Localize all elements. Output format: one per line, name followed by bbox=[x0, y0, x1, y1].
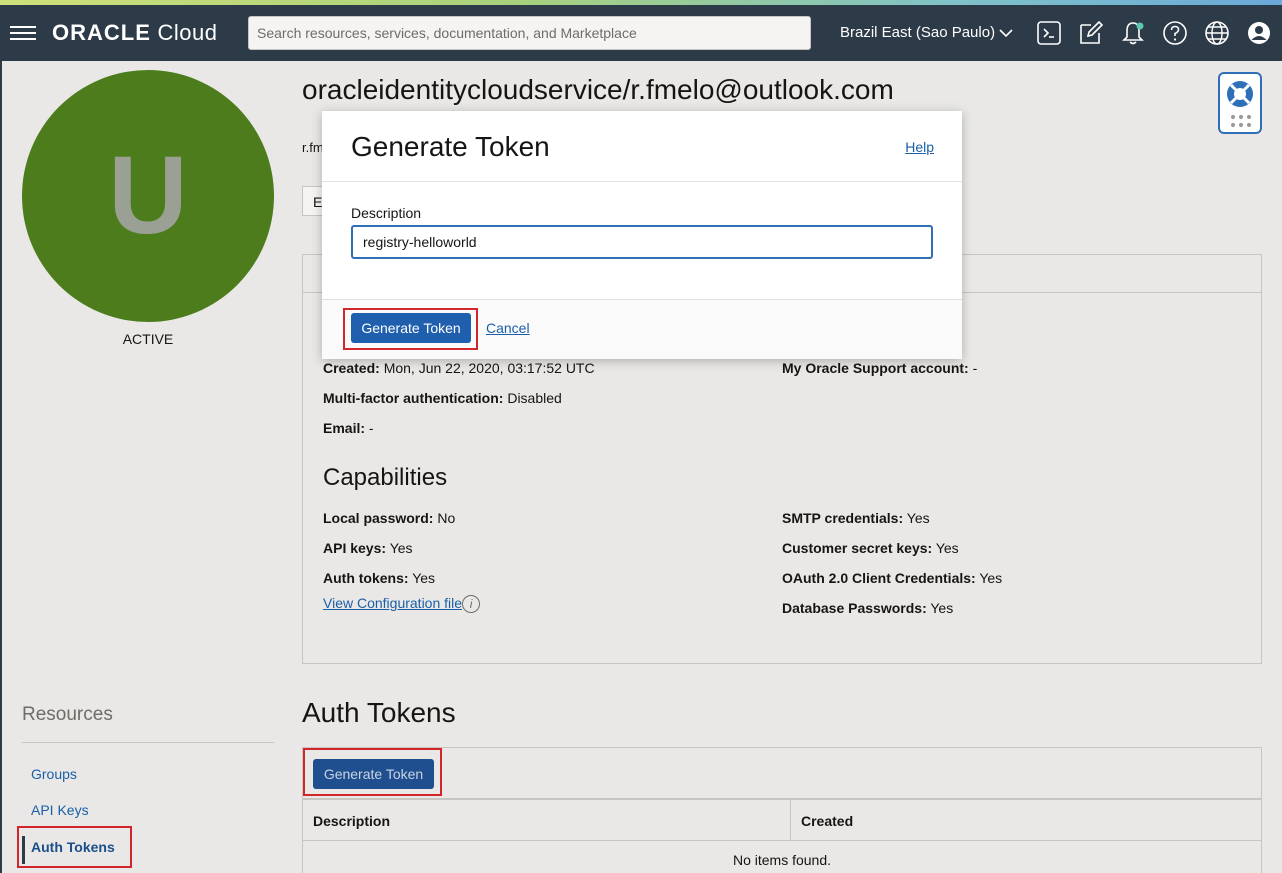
capability-database-passwords: Database Passwords: Yes bbox=[782, 600, 954, 616]
capabilities-heading: Capabilities bbox=[323, 464, 448, 491]
email-field: Email: - bbox=[323, 420, 374, 436]
view-configuration-link[interactable]: View Configuration file bbox=[323, 595, 462, 611]
auth-tokens-table-header: Description Created bbox=[302, 799, 1262, 841]
dialog-header: Generate Token Help bbox=[322, 111, 962, 182]
search-input[interactable] bbox=[248, 16, 811, 50]
column-header-description[interactable]: Description bbox=[313, 813, 390, 829]
capability-smtp: SMTP credentials: Yes bbox=[782, 510, 930, 526]
info-icon[interactable]: i bbox=[462, 595, 481, 614]
capability-auth-tokens: Auth tokens: Yes bbox=[323, 570, 436, 586]
empty-table-message: No items found. bbox=[302, 840, 1262, 873]
left-edge bbox=[0, 61, 2, 873]
profile-icon[interactable] bbox=[1245, 19, 1273, 47]
lifebuoy-icon bbox=[1227, 81, 1253, 107]
page-title: oracleidentitycloudservice/r.fmelo@outlo… bbox=[302, 74, 894, 105]
capability-local-password: Local password: No bbox=[323, 510, 456, 526]
support-account-field: My Oracle Support account: - bbox=[782, 360, 978, 376]
resources-divider bbox=[22, 742, 274, 743]
region-label: Brazil East (Sao Paulo) bbox=[840, 24, 996, 41]
view-configuration-row: View Configuration file i bbox=[323, 595, 481, 614]
generate-token-dialog: Generate Token Help Description Generate… bbox=[322, 111, 962, 359]
user-avatar: U bbox=[22, 70, 274, 322]
column-header-created[interactable]: Created bbox=[801, 813, 853, 829]
resource-link-groups[interactable]: Groups bbox=[31, 766, 77, 782]
dialog-title: Generate Token bbox=[351, 131, 550, 162]
highlight-box-generate-token bbox=[303, 748, 442, 796]
highlight-box-dialog-generate bbox=[343, 308, 478, 350]
help-widget[interactable] bbox=[1218, 72, 1262, 134]
resource-link-api-keys[interactable]: API Keys bbox=[31, 802, 89, 818]
chevron-down-icon bbox=[999, 29, 1013, 38]
highlight-box-auth-tokens bbox=[17, 826, 132, 868]
region-selector[interactable]: Brazil East (Sao Paulo) bbox=[840, 24, 1013, 41]
globe-icon[interactable] bbox=[1203, 19, 1231, 47]
capability-customer-secret-keys: Customer secret keys: Yes bbox=[782, 540, 959, 556]
auth-tokens-toolbar bbox=[302, 747, 1262, 799]
description-input[interactable] bbox=[351, 225, 933, 259]
edit-icon[interactable] bbox=[1077, 19, 1105, 47]
user-subtitle: r.fm bbox=[302, 140, 324, 155]
created-field: Created: Mon, Jun 22, 2020, 03:17:52 UTC bbox=[323, 360, 595, 376]
auth-tokens-heading: Auth Tokens bbox=[302, 697, 456, 728]
capability-api-keys: API keys: Yes bbox=[323, 540, 413, 556]
description-label: Description bbox=[351, 205, 422, 221]
oracle-cloud-logo[interactable]: ORACLE Cloud bbox=[52, 20, 218, 46]
menu-icon[interactable] bbox=[10, 22, 36, 44]
dialog-help-link[interactable]: Help bbox=[905, 139, 934, 155]
bell-icon[interactable] bbox=[1119, 19, 1147, 47]
dialog-cancel-link[interactable]: Cancel bbox=[486, 320, 530, 336]
help-icon[interactable] bbox=[1161, 19, 1189, 47]
user-status: ACTIVE bbox=[122, 331, 174, 347]
top-navigation-bar: ORACLE Cloud Brazil East (Sao Paulo) bbox=[0, 5, 1282, 61]
cloud-shell-icon[interactable] bbox=[1035, 19, 1063, 47]
capability-oauth: OAuth 2.0 Client Credentials: Yes bbox=[782, 570, 1003, 586]
resources-heading: Resources bbox=[22, 704, 113, 725]
grip-dots-icon bbox=[1231, 115, 1251, 127]
column-divider bbox=[790, 799, 791, 841]
mfa-field: Multi-factor authentication: Disabled bbox=[323, 390, 562, 406]
